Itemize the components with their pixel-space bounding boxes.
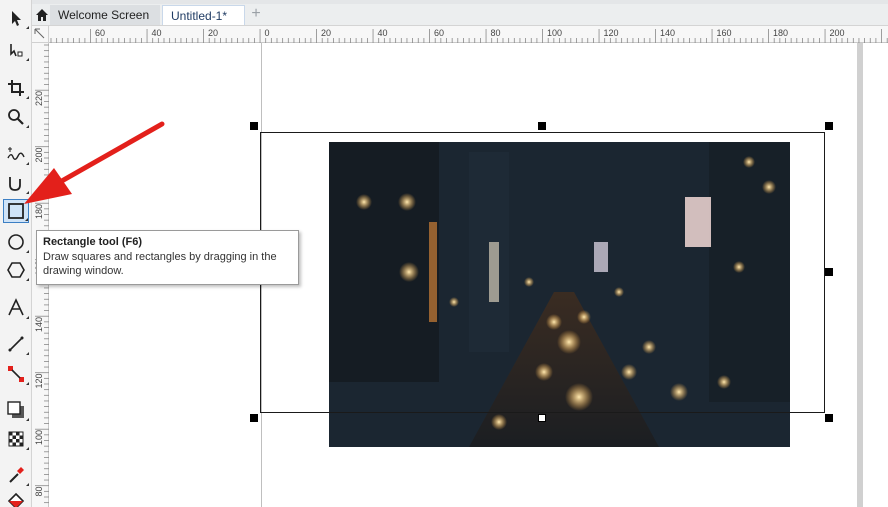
- ruler-label: 20: [321, 28, 331, 38]
- ruler-label: 120: [604, 28, 619, 38]
- horizontal-ruler-ticks: 60 40 20 0 20 40 60 80 100 120 140 160 180 200: [50, 28, 888, 43]
- resize-handle-right[interactable]: [825, 268, 833, 276]
- add-tab-button[interactable]: +: [247, 6, 265, 24]
- ruler-label: 100: [547, 28, 562, 38]
- rectangle-tool-tooltip: Rectangle tool (F6) Draw squares and rec…: [36, 230, 299, 285]
- ruler-label: 80: [491, 28, 501, 38]
- toolbox: [0, 0, 32, 507]
- tooltip-description: Draw squares and rectangles by dragging …: [43, 251, 277, 277]
- resize-handle-bottom-left[interactable]: [250, 414, 258, 422]
- transparency-tool-button[interactable]: [3, 427, 29, 451]
- resize-handle-top[interactable]: [538, 122, 546, 130]
- crop-icon: [8, 80, 24, 96]
- eyedropper-icon: [9, 467, 24, 483]
- ruler-origin[interactable]: [32, 26, 49, 43]
- ruler-label: 40: [378, 28, 388, 38]
- interactive-fill-tool-button[interactable]: [3, 490, 29, 507]
- pick-tool-button[interactable]: [3, 6, 29, 30]
- polygon-tool-button[interactable]: [3, 258, 29, 282]
- ruler-label: 140: [660, 28, 675, 38]
- tab-untitled-1[interactable]: Untitled-1*: [162, 5, 245, 25]
- ruler-origin-icon: [34, 28, 45, 39]
- dimension-tool-button[interactable]: [3, 332, 29, 356]
- ruler-label: 60: [95, 28, 105, 38]
- ruler-label: 200: [830, 28, 845, 38]
- fill-bucket-icon: [7, 492, 25, 507]
- tooltip-title: Rectangle tool (F6): [43, 236, 143, 248]
- ruler-label: 180: [773, 28, 788, 38]
- drop-shadow-tool-button[interactable]: [3, 398, 29, 422]
- connector-icon: [8, 366, 24, 382]
- horizontal-ruler[interactable]: 60 40 20 0 20 40 60 80 100 120 140 160 180 200: [49, 26, 888, 43]
- ruler-label: 0: [265, 28, 270, 38]
- resize-handle-top-right[interactable]: [825, 122, 833, 130]
- home-tab[interactable]: [32, 5, 52, 25]
- parallel-dimension-icon: [8, 336, 24, 352]
- resize-handle-top-left[interactable]: [250, 122, 258, 130]
- ruler-label: 140: [34, 317, 44, 332]
- ruler-label: 120: [34, 374, 44, 389]
- checkerboard-icon: [8, 431, 24, 447]
- eyedropper-tool-button[interactable]: [3, 463, 29, 487]
- arrow-pointer-icon: [12, 11, 21, 26]
- page-border-shadow: [857, 43, 863, 507]
- document-tab-bar: Welcome Screen Untitled-1* +: [32, 0, 888, 26]
- ruler-label: 160: [717, 28, 732, 38]
- shape-node-icon: [10, 44, 23, 57]
- tabbar-top-strip: [32, 0, 888, 4]
- ellipse-icon: [8, 234, 24, 250]
- tab-label: Untitled-1*: [171, 9, 228, 23]
- tab-label: Welcome Screen: [58, 8, 150, 22]
- ruler-label: 40: [152, 28, 162, 38]
- crop-tool-button[interactable]: [3, 76, 29, 100]
- drop-shadow-icon: [7, 401, 24, 418]
- ruler-label: 220: [34, 91, 44, 106]
- resize-handle-bottom[interactable]: [538, 414, 546, 422]
- ruler-label: 100: [34, 430, 44, 445]
- ruler-label: 60: [434, 28, 444, 38]
- red-arrow-annotation: [24, 121, 165, 204]
- ruler-label: 80: [34, 487, 44, 497]
- text-a-icon: [8, 298, 24, 316]
- ruler-label: 20: [208, 28, 218, 38]
- resize-handle-bottom-right[interactable]: [825, 414, 833, 422]
- polygon-icon: [7, 262, 25, 278]
- text-tool-button[interactable]: [3, 296, 29, 320]
- shape-tool-button[interactable]: [3, 38, 29, 62]
- home-icon: [36, 9, 48, 21]
- ellipse-tool-button[interactable]: [3, 230, 29, 254]
- connector-tool-button[interactable]: [3, 362, 29, 386]
- selection-bounding-box[interactable]: [260, 132, 825, 413]
- tab-welcome-screen[interactable]: Welcome Screen: [50, 5, 160, 25]
